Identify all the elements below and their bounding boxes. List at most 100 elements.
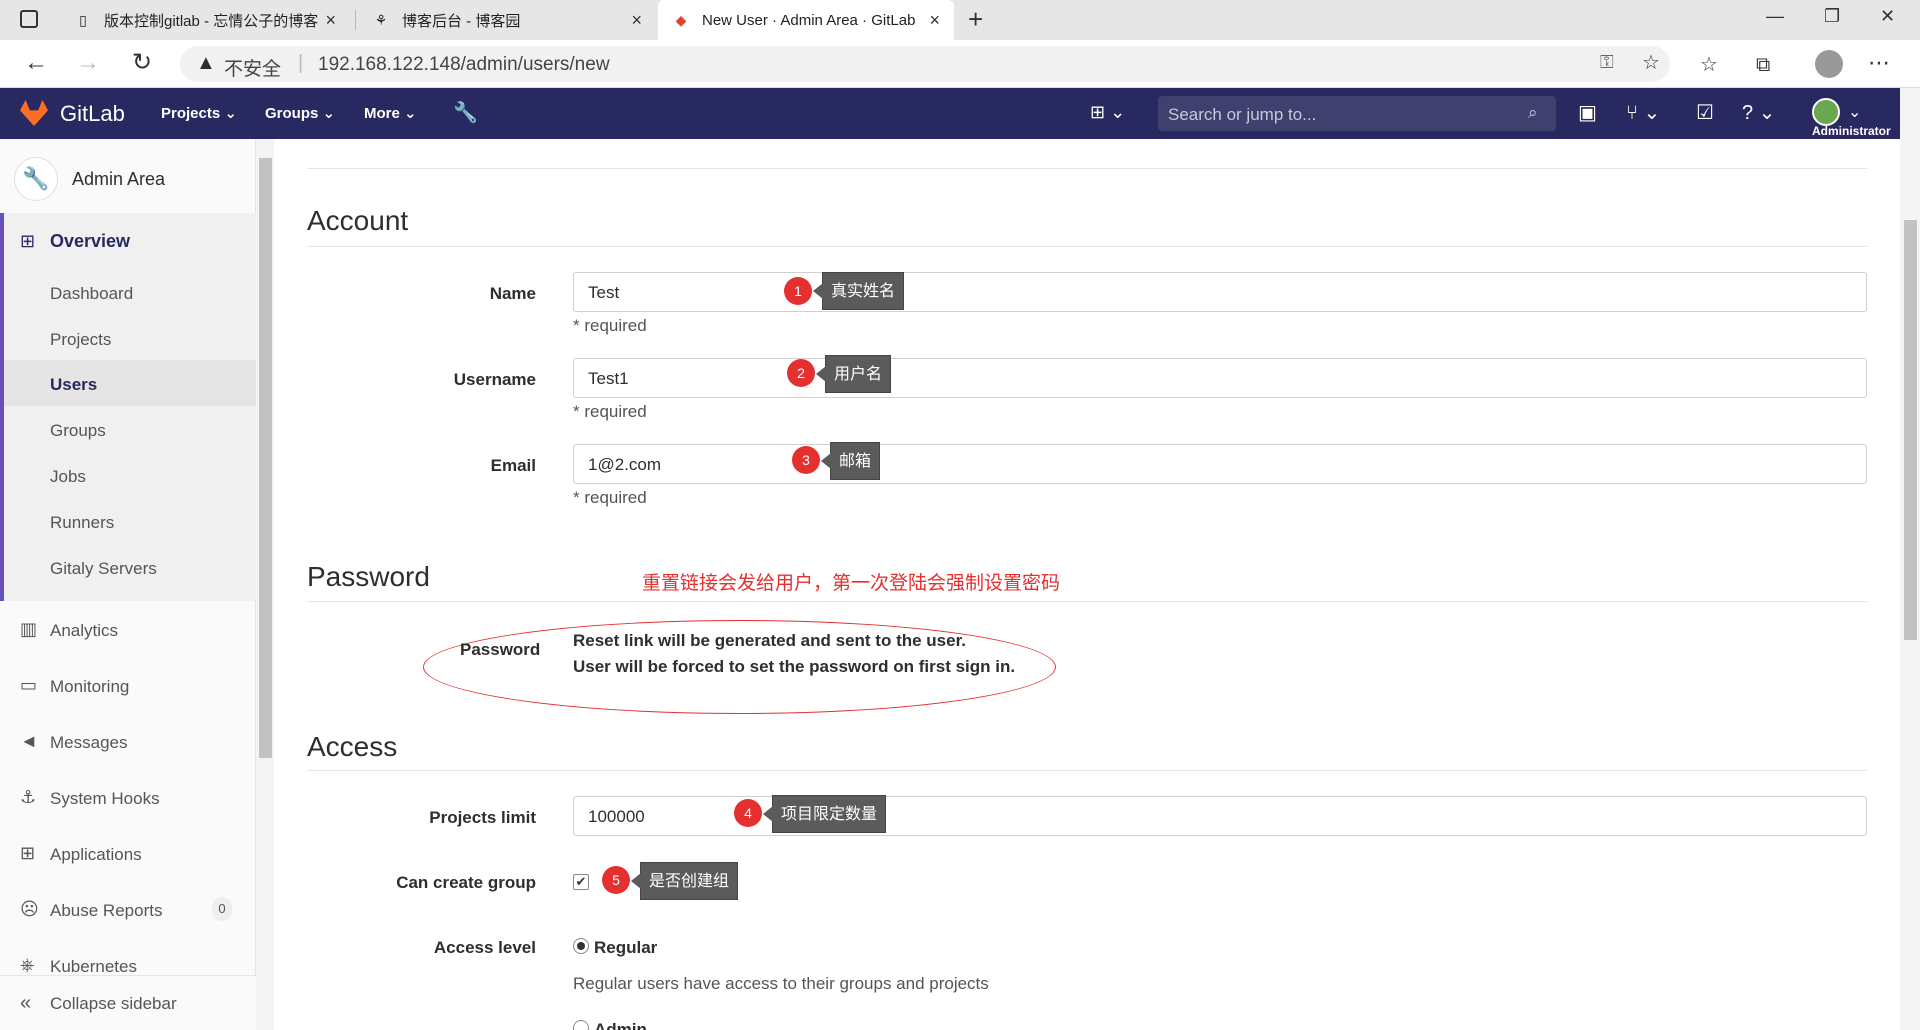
projects-limit-label: Projects limit	[429, 808, 536, 827]
sidebar-item-overview[interactable]: Overview	[50, 231, 130, 252]
admin-radio-label[interactable]: Admin	[594, 1020, 647, 1030]
regular-radio-label[interactable]: Regular	[594, 938, 657, 958]
annotation-marker-1: 1	[784, 277, 812, 305]
browser-tab-active[interactable]: ◆ New User · Admin Area · GitLab ×	[658, 0, 954, 40]
key-icon[interactable]: ⚿	[1600, 52, 1614, 73]
password-annotation-note: 重置链接会发给用户，第一次登陆会强制设置密码	[642, 573, 1061, 594]
account-divider	[307, 246, 1867, 247]
admin-wrench-icon[interactable]: 🔧	[453, 100, 478, 125]
abuse-icon: ☹	[20, 899, 39, 919]
favorite-icon[interactable]: ☆	[1642, 50, 1660, 75]
admin-sidebar: 🔧 Admin Area ⊞ Overview Dashboard Projec…	[0, 139, 256, 1030]
page-scroll-thumb[interactable]	[1904, 220, 1917, 640]
sidebar-item-gitaly-servers[interactable]: Gitaly Servers	[50, 559, 157, 579]
profile-avatar[interactable]	[1815, 50, 1843, 78]
gitlab-tab-icon: ◆	[675, 11, 687, 28]
address-bar[interactable]: ▲ 不安全 | 192.168.122.148/admin/users/new …	[180, 46, 1670, 82]
admin-radio[interactable]	[573, 1020, 589, 1030]
name-required: * required	[573, 316, 647, 335]
gitlab-logo-icon[interactable]	[20, 100, 48, 126]
annotation-marker-4: 4	[734, 799, 762, 827]
restore-icon[interactable]: ❐	[1824, 6, 1840, 27]
regular-radio[interactable]	[573, 938, 589, 954]
sidebar-scroll-thumb[interactable]	[259, 158, 272, 758]
sidebar-item-messages[interactable]: Messages	[50, 733, 127, 753]
close-tab-icon[interactable]: ×	[631, 10, 642, 31]
sidebar-item-analytics[interactable]: Analytics	[50, 621, 118, 641]
tab-separator	[355, 10, 356, 30]
sidebar-item-kubernetes[interactable]: Kubernetes	[50, 957, 137, 977]
nav-groups[interactable]: Groups ⌄	[265, 104, 335, 122]
password-info-line1: Reset link will be generated and sent to…	[573, 631, 966, 650]
close-tab-icon[interactable]: ×	[929, 10, 940, 31]
nav-projects[interactable]: Projects ⌄	[161, 104, 237, 122]
active-item-bg	[4, 360, 256, 406]
password-label: Password	[460, 640, 541, 659]
minimize-icon[interactable]: —	[1766, 6, 1784, 27]
annotation-marker-5: 5	[602, 866, 630, 894]
password-heading: Password	[307, 561, 430, 592]
sidebar-item-abuse-reports[interactable]: Abuse Reports	[50, 901, 162, 921]
tab-actions-icon[interactable]	[20, 10, 38, 28]
regular-description: Regular users have access to their group…	[573, 974, 989, 993]
annotation-callout-3: 邮箱	[820, 442, 881, 480]
close-tab-icon[interactable]: ×	[325, 10, 336, 31]
url-text: 192.168.122.148/admin/users/new	[318, 54, 610, 75]
new-item-icon[interactable]: ⊞ ⌄	[1090, 102, 1125, 123]
hooks-icon: ⚓	[20, 787, 37, 807]
sidebar-item-system-hooks[interactable]: System Hooks	[50, 789, 160, 809]
collections-icon[interactable]: ⧉	[1756, 52, 1770, 78]
browser-toolbar: ← → ↻ ▲ 不安全 | 192.168.122.148/admin/user…	[0, 40, 1920, 88]
applications-icon: ⊞	[20, 843, 36, 863]
annotation-callout-5: 是否创建组	[630, 862, 739, 900]
sidebar-item-dashboard[interactable]: Dashboard	[50, 284, 133, 304]
browser-tab-1[interactable]: ▯ 版本控制gitlab - 忘情公子的博客 ×	[60, 0, 350, 40]
can-create-group-checkbox[interactable]: ✔	[573, 874, 589, 890]
name-field[interactable]: Test	[573, 272, 1867, 312]
merge-requests-icon[interactable]: ⑂ ⌄	[1626, 100, 1660, 125]
back-icon[interactable]: ←	[24, 50, 48, 76]
favorites-icon[interactable]: ☆	[1700, 52, 1718, 78]
sidebar-item-applications[interactable]: Applications	[50, 845, 142, 865]
sidebar-item-projects[interactable]: Projects	[50, 330, 111, 350]
search-input[interactable]: Search or jump to... ⌕	[1158, 96, 1556, 131]
new-tab-icon[interactable]: +	[968, 4, 983, 35]
search-icon: ⌕	[1528, 103, 1538, 122]
sidebar-item-runners[interactable]: Runners	[50, 513, 114, 533]
sidebar-header[interactable]: 🔧 Admin Area	[14, 157, 165, 201]
close-window-icon[interactable]: ✕	[1880, 6, 1895, 27]
tab-title: New User · Admin Area · GitLab	[702, 11, 916, 29]
forward-icon[interactable]: →	[76, 50, 100, 76]
wrench-icon: 🔧	[14, 157, 58, 201]
overview-icon: ⊞	[20, 231, 36, 251]
name-label: Name	[489, 284, 536, 303]
messages-icon: ◄	[20, 731, 38, 751]
more-menu-icon[interactable]: ⋯	[1868, 50, 1890, 76]
url-divider: |	[298, 52, 304, 74]
access-divider	[307, 770, 1867, 771]
abuse-count-badge: 0	[212, 897, 232, 921]
todos-icon[interactable]: ▣	[1578, 100, 1597, 125]
help-icon[interactable]: ? ⌄	[1742, 100, 1775, 125]
issues-icon[interactable]: ☑	[1696, 100, 1714, 125]
collapse-sidebar-button[interactable]: « Collapse sidebar	[0, 975, 256, 1030]
user-avatar[interactable]	[1812, 98, 1840, 126]
collapse-icon: «	[20, 992, 32, 1014]
sidebar-item-users[interactable]: Users	[50, 375, 97, 395]
sidebar-item-monitoring[interactable]: Monitoring	[50, 677, 129, 697]
gitlab-header: GitLab Projects ⌄ Groups ⌄ More ⌄ 🔧 ⊞ ⌄ …	[0, 88, 1900, 139]
sidebar-item-jobs[interactable]: Jobs	[50, 467, 86, 487]
sidebar-item-groups[interactable]: Groups	[50, 421, 106, 441]
access-heading: Access	[307, 731, 398, 762]
username-field[interactable]: Test1	[573, 358, 1867, 398]
reload-icon[interactable]: ↻	[132, 50, 152, 76]
annotation-callout-4: 项目限定数量	[762, 795, 887, 833]
email-field[interactable]: 1@2.com	[573, 444, 1867, 484]
page-icon: ▯	[79, 11, 87, 28]
browser-tab-2[interactable]: ⚘ 博客后台 - 博客园 ×	[358, 0, 656, 40]
analytics-icon: ▥	[20, 619, 38, 639]
user-menu-icon[interactable]: ⌄	[1848, 102, 1861, 122]
can-create-group-label: Can create group	[396, 873, 536, 892]
brand-name[interactable]: GitLab	[60, 101, 125, 127]
nav-more[interactable]: More ⌄	[364, 104, 417, 122]
